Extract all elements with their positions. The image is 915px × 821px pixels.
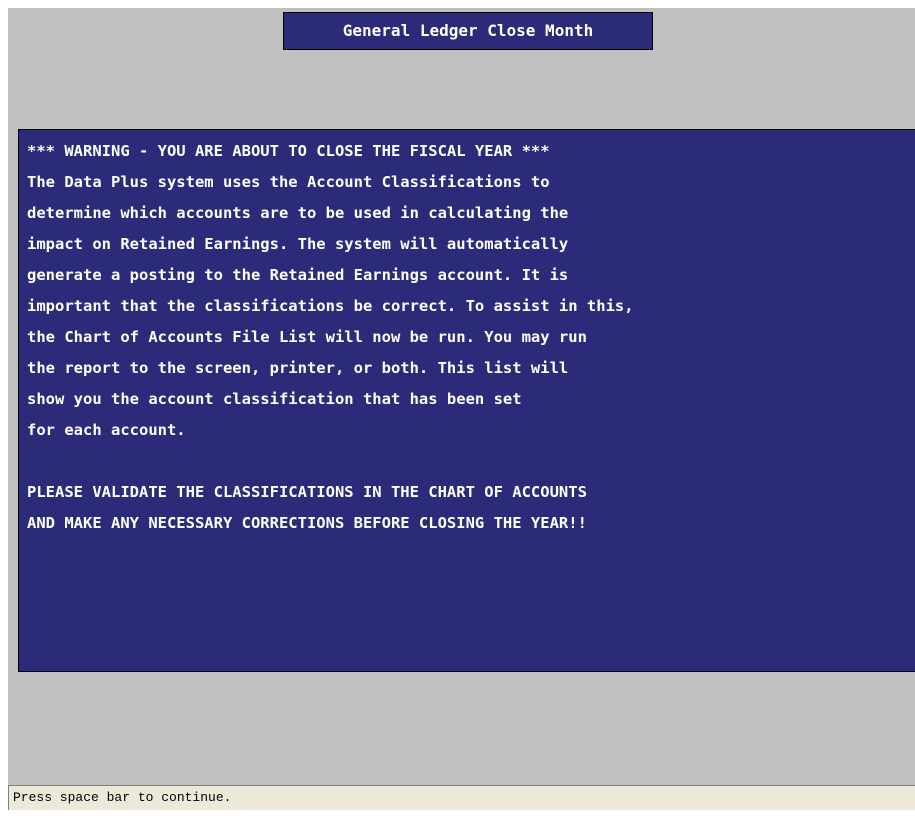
warning-text-line: determine which accounts are to be used … (27, 204, 569, 222)
warning-text-line: for each account. (27, 421, 186, 439)
warning-blank-line (27, 446, 915, 477)
status-bar-prompt: Press space bar to continue. (8, 785, 915, 810)
terminal-screen: General Ledger Close Month *** WARNING -… (8, 8, 915, 821)
warning-heading: *** WARNING - YOU ARE ABOUT TO CLOSE THE… (27, 142, 550, 160)
warning-validate-line: PLEASE VALIDATE THE CLASSIFICATIONS IN T… (27, 483, 587, 501)
warning-text-line: important that the classifications be co… (27, 297, 634, 315)
status-bar-footer (8, 810, 915, 821)
warning-text-line: impact on Retained Earnings. The system … (27, 235, 569, 253)
warning-text-line: The Data Plus system uses the Account Cl… (27, 173, 550, 191)
warning-text-line: the Chart of Accounts File List will now… (27, 328, 587, 346)
warning-validate-line: AND MAKE ANY NECESSARY CORRECTIONS BEFOR… (27, 514, 587, 532)
warning-text-line: the report to the screen, printer, or bo… (27, 359, 569, 377)
warning-panel: *** WARNING - YOU ARE ABOUT TO CLOSE THE… (18, 129, 915, 672)
warning-text-line: generate a posting to the Retained Earni… (27, 266, 569, 284)
warning-text-line: show you the account classification that… (27, 390, 522, 408)
screen-title: General Ledger Close Month (283, 12, 653, 50)
